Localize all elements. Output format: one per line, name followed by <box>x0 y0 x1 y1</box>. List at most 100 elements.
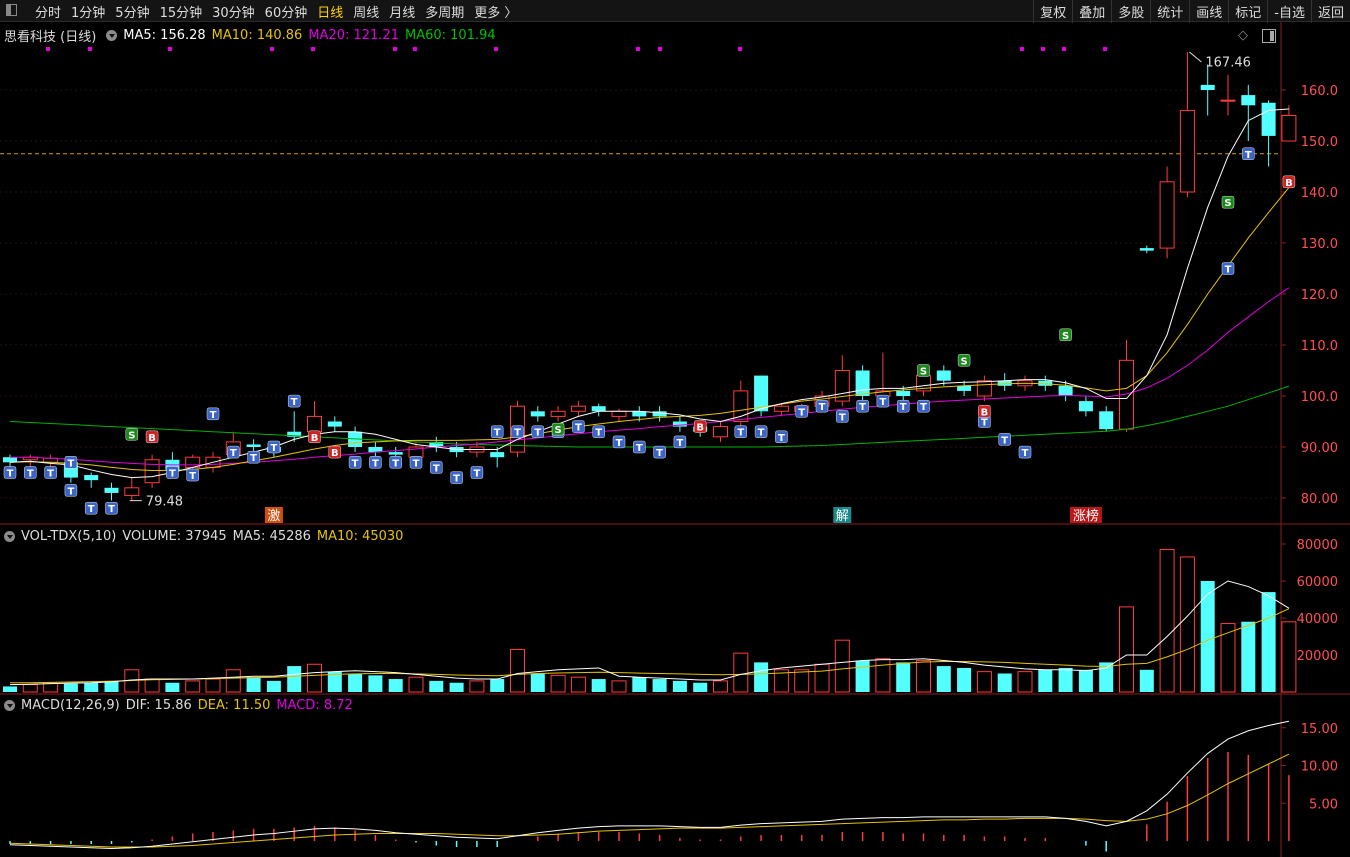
kline-chart[interactable]: 160.0 150.0 140.0 130.0 120.0 110.0 100.0 90.00… <box>0 0 1350 857</box>
volume-bar <box>591 679 606 692</box>
signal-marker-text: B <box>148 433 156 444</box>
period-tab[interactable]: 15分钟 <box>155 2 208 21</box>
tool-button[interactable]: 标记 <box>1228 0 1267 23</box>
signal-marker-text: T <box>798 407 805 418</box>
volume-indicator-name[interactable]: VOL-TDX(5,10) <box>21 529 116 544</box>
volume-bar <box>652 679 667 692</box>
ma10-line <box>9 187 1290 471</box>
tool-button[interactable]: 统计 <box>1150 0 1189 23</box>
candle-body <box>550 410 566 417</box>
period-tab[interactable]: 更多 〉 <box>469 2 522 21</box>
period-tab[interactable]: 周线 <box>348 2 384 21</box>
signal-marker-t <box>64 484 78 497</box>
macd-tick-label: 10.00 <box>1301 760 1338 775</box>
candle-body <box>834 370 850 402</box>
volume-bar <box>3 686 17 692</box>
tool-button[interactable]: 返回 <box>1310 0 1350 23</box>
signal-dot <box>46 47 50 51</box>
candle-body <box>429 441 444 447</box>
candle-body <box>1099 411 1114 430</box>
candle-body <box>3 457 17 463</box>
signal-marker-text: T <box>981 418 988 429</box>
volume-tick-label: 40000 <box>1297 612 1338 627</box>
period-tab[interactable]: 多周期 <box>420 2 469 21</box>
signal-dot <box>1103 47 1107 51</box>
signal-marker-b <box>978 405 991 418</box>
candle-body <box>348 431 363 447</box>
candle-body <box>1159 181 1175 249</box>
tool-button[interactable]: 复权 <box>1033 0 1072 23</box>
candle-body <box>1017 380 1033 387</box>
price-tick-label: 100.0 <box>1301 390 1338 405</box>
candle-body <box>611 410 627 417</box>
stock-title[interactable]: 思看科技 (日线) <box>4 26 96 45</box>
candle-body <box>266 447 281 453</box>
volume-bar <box>307 663 322 693</box>
signal-marker-s <box>1059 328 1072 342</box>
signal-marker-text: T <box>67 486 74 497</box>
signal-marker-t <box>24 466 37 479</box>
signal-marker-t <box>470 466 484 479</box>
volume-bar <box>408 676 424 693</box>
signal-marker-text: T <box>616 438 623 449</box>
signal-marker-s <box>551 422 565 436</box>
signal-marker-text: T <box>859 402 866 413</box>
period-tab[interactable]: 1分钟 <box>66 2 110 21</box>
volume-bar <box>225 669 241 693</box>
period-tab[interactable]: 分时 <box>30 2 66 21</box>
volume-bar <box>124 669 140 693</box>
high-pointer <box>1189 51 1202 63</box>
signal-marker-t <box>531 425 545 438</box>
signal-marker-s <box>917 364 930 377</box>
tool-button[interactable]: 多股 <box>1111 0 1150 23</box>
signal-dot <box>738 47 742 51</box>
signal-marker-text: T <box>392 458 399 469</box>
period-tab[interactable]: 60分钟 <box>260 2 313 21</box>
signal-marker-text: T <box>879 397 886 408</box>
period-tab[interactable]: 5分钟 <box>110 2 154 21</box>
signal-dot <box>393 47 397 51</box>
sidebar-toggle-icon[interactable] <box>6 4 17 16</box>
signal-marker-t <box>206 407 220 421</box>
volume-bar <box>84 682 99 692</box>
candle-body <box>124 487 140 496</box>
signal-marker-text: T <box>839 412 846 423</box>
signal-marker-t <box>734 425 748 438</box>
signal-marker-text: T <box>636 443 643 454</box>
macd-legend: MACD(12,26,9) DIF: 15.86 DEA: 11.50 MACD… <box>0 695 359 715</box>
signal-marker-text: B <box>311 433 319 444</box>
period-tab[interactable]: 30分钟 <box>207 2 260 21</box>
volume-bar <box>1038 669 1053 692</box>
signal-marker-text: S <box>1062 331 1069 342</box>
volume-bar <box>672 680 687 692</box>
signal-marker-t <box>490 425 504 438</box>
panel-layout-icon[interactable] <box>1262 29 1276 43</box>
macd-tick-label: 15.00 <box>1301 722 1338 737</box>
volume-bar <box>1261 592 1276 692</box>
macd-dropdown-icon[interactable] <box>4 699 15 711</box>
diamond-icon[interactable]: ◇ <box>1238 28 1248 43</box>
event-label-bg <box>833 507 852 523</box>
indicator-dropdown-icon[interactable] <box>106 29 118 41</box>
candle-body <box>225 441 241 456</box>
candle-body <box>652 411 667 417</box>
candle-body <box>327 421 342 427</box>
volume-bar <box>530 673 545 692</box>
macd-dif: DIF: 15.86 <box>125 697 192 713</box>
macd-indicator-name[interactable]: MACD(12,26,9) <box>21 698 120 713</box>
tool-button[interactable]: 画线 <box>1189 0 1228 23</box>
volume-bar <box>834 639 850 693</box>
tool-button[interactable]: 叠加 <box>1072 0 1111 23</box>
candle-body <box>570 405 586 412</box>
period-tab[interactable]: 日线 <box>312 2 348 21</box>
candle-body <box>165 459 180 470</box>
tool-button[interactable]: -自选 <box>1267 0 1311 23</box>
period-tab[interactable]: 月线 <box>384 2 420 21</box>
candle-body <box>1139 248 1154 251</box>
signal-marker-b <box>145 430 159 444</box>
event-label: 激 <box>267 509 280 524</box>
signal-marker-t <box>876 394 890 408</box>
macd-tick-label: 5.00 <box>1309 797 1338 812</box>
signal-marker-text: T <box>210 410 217 421</box>
volume-dropdown-icon[interactable] <box>4 530 15 542</box>
